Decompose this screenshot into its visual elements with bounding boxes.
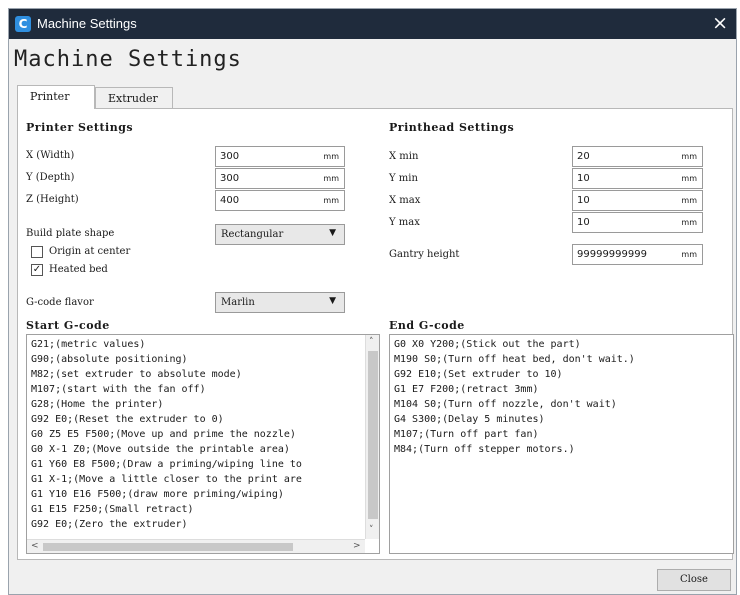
gcode-line: M84;(Turn off stepper motors.)	[394, 444, 575, 455]
gcode-line: G0 X-1 Z0;(Move outside the printable ar…	[31, 444, 290, 455]
app-logo-icon: C	[15, 16, 31, 32]
gantry-height-unit: mm	[681, 250, 697, 259]
gcode-line: G92 E0;(Reset the extruder to 0)	[31, 414, 224, 425]
gcode-line: M82;(set extruder to absolute mode)	[31, 369, 242, 380]
window-title: Machine Settings	[37, 16, 137, 31]
vertical-scrollbar[interactable]: ˄ ˅	[365, 335, 379, 539]
origin-at-center-label: Origin at center	[49, 246, 131, 257]
y-min-field[interactable]: 10 mm	[572, 168, 703, 189]
gcode-flavor-select[interactable]: Marlin ▼	[215, 292, 345, 313]
printer-settings-heading: Printer Settings	[26, 121, 134, 134]
close-button[interactable]: Close	[657, 569, 731, 591]
gcode-line: G90;(absolute positioning)	[31, 354, 188, 365]
z-height-label: Z (Height)	[26, 194, 79, 205]
heated-bed-checkbox[interactable]: ✓	[31, 264, 43, 276]
build-plate-value: Rectangular	[221, 229, 284, 240]
gcode-flavor-label: G-code flavor	[26, 297, 94, 308]
z-height-unit: mm	[323, 196, 339, 205]
y-max-unit: mm	[681, 218, 697, 227]
gcode-line: G0 X0 Y200;(Stick out the part)	[394, 339, 581, 350]
tab-extruder[interactable]: Extruder	[95, 87, 173, 109]
x-max-label: X max	[389, 195, 421, 206]
y-min-label: Y min	[389, 173, 418, 184]
gcode-line: G1 E15 F250;(Small retract)	[31, 504, 194, 515]
title-bar[interactable]: C Machine Settings ×	[9, 9, 736, 39]
machine-settings-window: C Machine Settings × Machine Settings Pr…	[8, 8, 737, 595]
y-min-value: 10	[577, 173, 590, 184]
printer-tab-panel: Printer Settings X (Width) 300 mm Y (Dep…	[17, 108, 734, 560]
gantry-height-field[interactable]: 99999999999 mm	[572, 244, 703, 265]
z-height-field[interactable]: 400 mm	[215, 190, 345, 211]
x-width-unit: mm	[323, 152, 339, 161]
gcode-line: G1 X-1;(Move a little closer to the prin…	[31, 474, 302, 485]
checkmark-icon: ✓	[32, 264, 42, 275]
y-min-unit: mm	[681, 174, 697, 183]
y-depth-label: Y (Depth)	[26, 172, 75, 183]
y-max-value: 10	[577, 217, 590, 228]
start-gcode-heading: Start G-code	[26, 319, 110, 332]
horizontal-scrollbar[interactable]: < >	[27, 539, 365, 553]
scroll-up-icon[interactable]: ˄	[369, 337, 374, 347]
y-max-label: Y max	[389, 217, 420, 228]
gcode-line: M190 S0;(Turn off heat bed, don't wait.)	[394, 354, 635, 365]
end-gcode-heading: End G-code	[389, 319, 465, 332]
heated-bed-label: Heated bed	[49, 264, 108, 275]
scroll-down-icon[interactable]: ˅	[369, 525, 374, 535]
gantry-height-label: Gantry height	[389, 249, 460, 260]
scroll-left-icon[interactable]: <	[31, 541, 39, 551]
build-plate-select[interactable]: Rectangular ▼	[215, 224, 345, 245]
x-width-value: 300	[220, 151, 240, 162]
end-gcode-editor[interactable]: G0 X0 Y200;(Stick out the part) M190 S0;…	[389, 334, 734, 554]
start-gcode-editor[interactable]: G21;(metric values) G90;(absolute positi…	[26, 334, 380, 554]
x-min-value: 20	[577, 151, 590, 162]
close-icon[interactable]: ×	[712, 12, 728, 34]
y-depth-unit: mm	[323, 174, 339, 183]
y-depth-field[interactable]: 300 mm	[215, 168, 345, 189]
printhead-settings-heading: Printhead Settings	[389, 121, 515, 134]
gcode-line: G1 Y10 E16 F500;(draw more priming/wipin…	[31, 489, 284, 500]
gcode-line: G28;(Home the printer)	[31, 399, 164, 410]
gcode-line: G1 E7 F200;(retract 3mm)	[394, 384, 539, 395]
horizontal-scroll-thumb[interactable]	[43, 543, 293, 551]
chevron-down-icon: ▼	[329, 296, 336, 306]
x-max-field[interactable]: 10 mm	[572, 190, 703, 211]
x-min-field[interactable]: 20 mm	[572, 146, 703, 167]
page-title: Machine Settings	[14, 47, 242, 72]
gcode-line: G92 E0;(Zero the extruder)	[31, 519, 188, 530]
z-height-value: 400	[220, 195, 240, 206]
build-plate-label: Build plate shape	[26, 228, 115, 239]
y-max-field[interactable]: 10 mm	[572, 212, 703, 233]
gantry-height-value: 99999999999	[577, 249, 647, 260]
scroll-right-icon[interactable]: >	[353, 541, 361, 551]
gcode-flavor-value: Marlin	[221, 297, 255, 308]
vertical-scroll-thumb[interactable]	[368, 351, 378, 519]
gcode-line: M107;(Turn off part fan)	[394, 429, 539, 440]
gcode-line: G21;(metric values)	[31, 339, 146, 350]
origin-at-center-checkbox[interactable]	[31, 246, 43, 258]
chevron-down-icon: ▼	[329, 228, 336, 238]
gcode-line: M107;(start with the fan off)	[31, 384, 206, 395]
y-depth-value: 300	[220, 173, 240, 184]
gcode-line: G0 Z5 E5 F500;(Move up and prime the noz…	[31, 429, 296, 440]
x-min-label: X min	[389, 151, 419, 162]
x-min-unit: mm	[681, 152, 697, 161]
x-width-label: X (Width)	[26, 150, 75, 161]
x-max-unit: mm	[681, 196, 697, 205]
x-width-field[interactable]: 300 mm	[215, 146, 345, 167]
gcode-line: G4 S300;(Delay 5 minutes)	[394, 414, 545, 425]
tab-printer[interactable]: Printer	[17, 85, 95, 109]
x-max-value: 10	[577, 195, 590, 206]
gcode-line: G92 E10;(Set extruder to 10)	[394, 369, 563, 380]
gcode-line: G1 Y60 E8 F500;(Draw a priming/wiping li…	[31, 459, 302, 470]
gcode-line: M104 S0;(Turn off nozzle, don't wait)	[394, 399, 617, 410]
